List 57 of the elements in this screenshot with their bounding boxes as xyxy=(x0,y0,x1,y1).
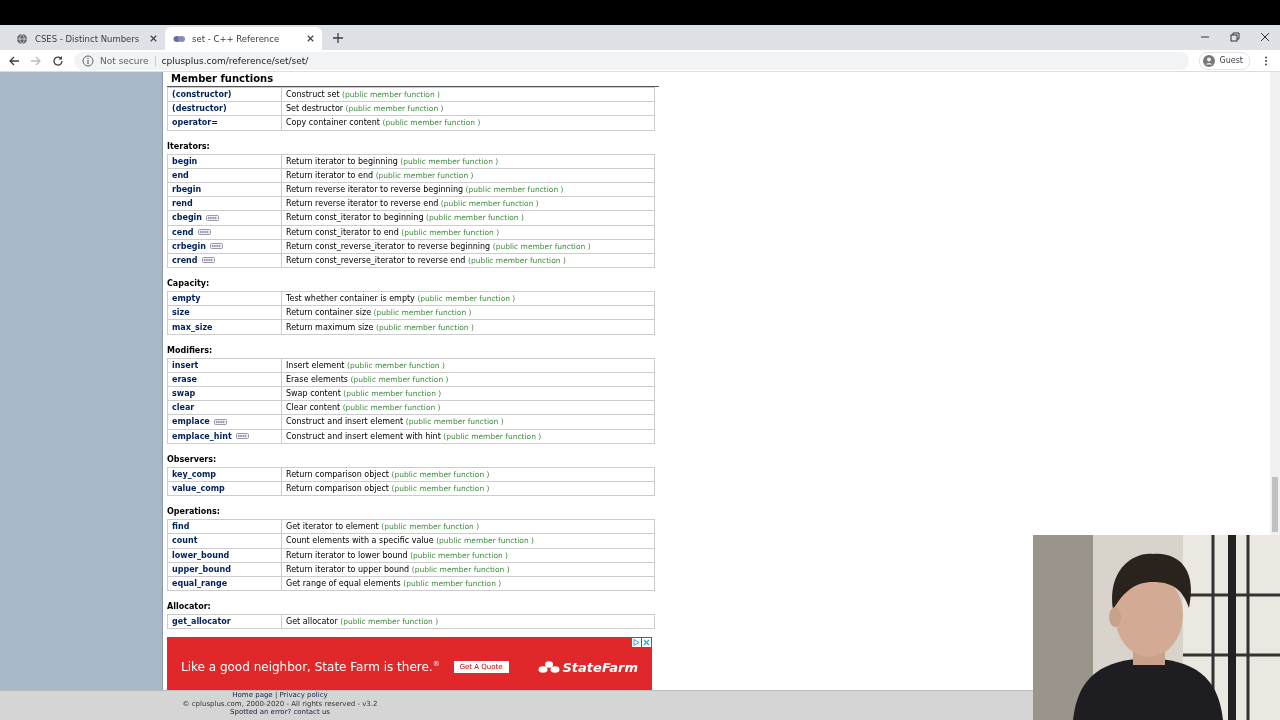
brand-name: StateFarm xyxy=(562,659,638,675)
close-icon[interactable] xyxy=(305,33,316,44)
member-link[interactable]: crbegin xyxy=(172,241,206,251)
member-link[interactable]: rend xyxy=(172,199,193,209)
close-icon[interactable] xyxy=(642,638,651,648)
group-label: Modifiers: xyxy=(167,344,214,357)
section-heading: Member functions xyxy=(167,72,659,87)
member-link[interactable]: value_comp xyxy=(172,484,225,494)
member-link[interactable]: lower_bound xyxy=(172,550,230,560)
member-link[interactable]: crend xyxy=(172,255,198,265)
member-link[interactable]: upper_bound xyxy=(172,564,231,574)
member-link[interactable]: end xyxy=(172,170,189,180)
member-link[interactable]: equal_range xyxy=(172,578,228,588)
url-text: cplusplus.com/reference/set/set/ xyxy=(161,55,309,66)
brand-logo-icon xyxy=(537,661,560,674)
ad-info-icon[interactable] xyxy=(632,638,641,648)
restore-icon[interactable] xyxy=(1229,31,1241,43)
member-link[interactable]: (destructor) xyxy=(172,104,227,114)
address-bar[interactable]: Not secure cplusplus.com/reference/set/set/ xyxy=(74,51,1189,70)
member-link[interactable]: erase xyxy=(172,374,197,384)
group-label: Observers: xyxy=(167,453,218,466)
new-tab-icon[interactable] xyxy=(332,32,344,44)
avatar-icon xyxy=(1202,54,1215,67)
member-link[interactable]: find xyxy=(172,522,190,532)
member-link[interactable]: clear xyxy=(172,403,195,413)
ad-slogan: Like a good neighbor, State Farm is there.$^{®}$ xyxy=(181,660,440,675)
member-link[interactable]: max_size xyxy=(172,322,213,332)
member-link[interactable]: begin xyxy=(172,156,198,166)
profile-button[interactable]: Guest xyxy=(1198,51,1250,70)
member-link[interactable]: count xyxy=(172,536,198,546)
back-arrow-icon[interactable] xyxy=(8,54,20,67)
scrollbar-thumb[interactable] xyxy=(1272,477,1278,532)
browser-tab[interactable]: set - C++ Reference xyxy=(165,27,322,50)
member-link[interactable]: operator= xyxy=(172,118,218,128)
browser-tab[interactable]: CSES - Distinct Numbers xyxy=(8,27,165,50)
close-icon[interactable] xyxy=(1259,31,1271,43)
member-link[interactable]: emplace_hint xyxy=(172,431,232,441)
group-label: Operations: xyxy=(167,506,221,519)
group-label: Iterators: xyxy=(167,140,211,153)
close-icon[interactable] xyxy=(148,33,159,44)
group-label: Capacity: xyxy=(167,278,211,291)
member-link[interactable]: cbegin xyxy=(172,213,203,223)
member-link[interactable]: (constructor) xyxy=(172,90,232,100)
reload-icon[interactable] xyxy=(52,54,64,67)
member-link[interactable]: size xyxy=(172,308,190,318)
member-link[interactable]: empty xyxy=(172,294,201,304)
member-link[interactable]: insert xyxy=(172,360,199,370)
member-link[interactable]: emplace xyxy=(172,417,210,427)
member-link[interactable]: cend xyxy=(172,227,194,237)
info-icon[interactable] xyxy=(82,54,94,67)
member-link[interactable]: key_comp xyxy=(172,469,217,479)
globe-icon xyxy=(16,32,28,45)
group-label: Allocator: xyxy=(167,601,212,614)
member-link[interactable]: swap xyxy=(172,389,196,399)
member-link[interactable]: get_allocator xyxy=(172,617,231,627)
member-link[interactable]: rbegin xyxy=(172,185,202,195)
security-label: Not secure xyxy=(100,55,156,66)
